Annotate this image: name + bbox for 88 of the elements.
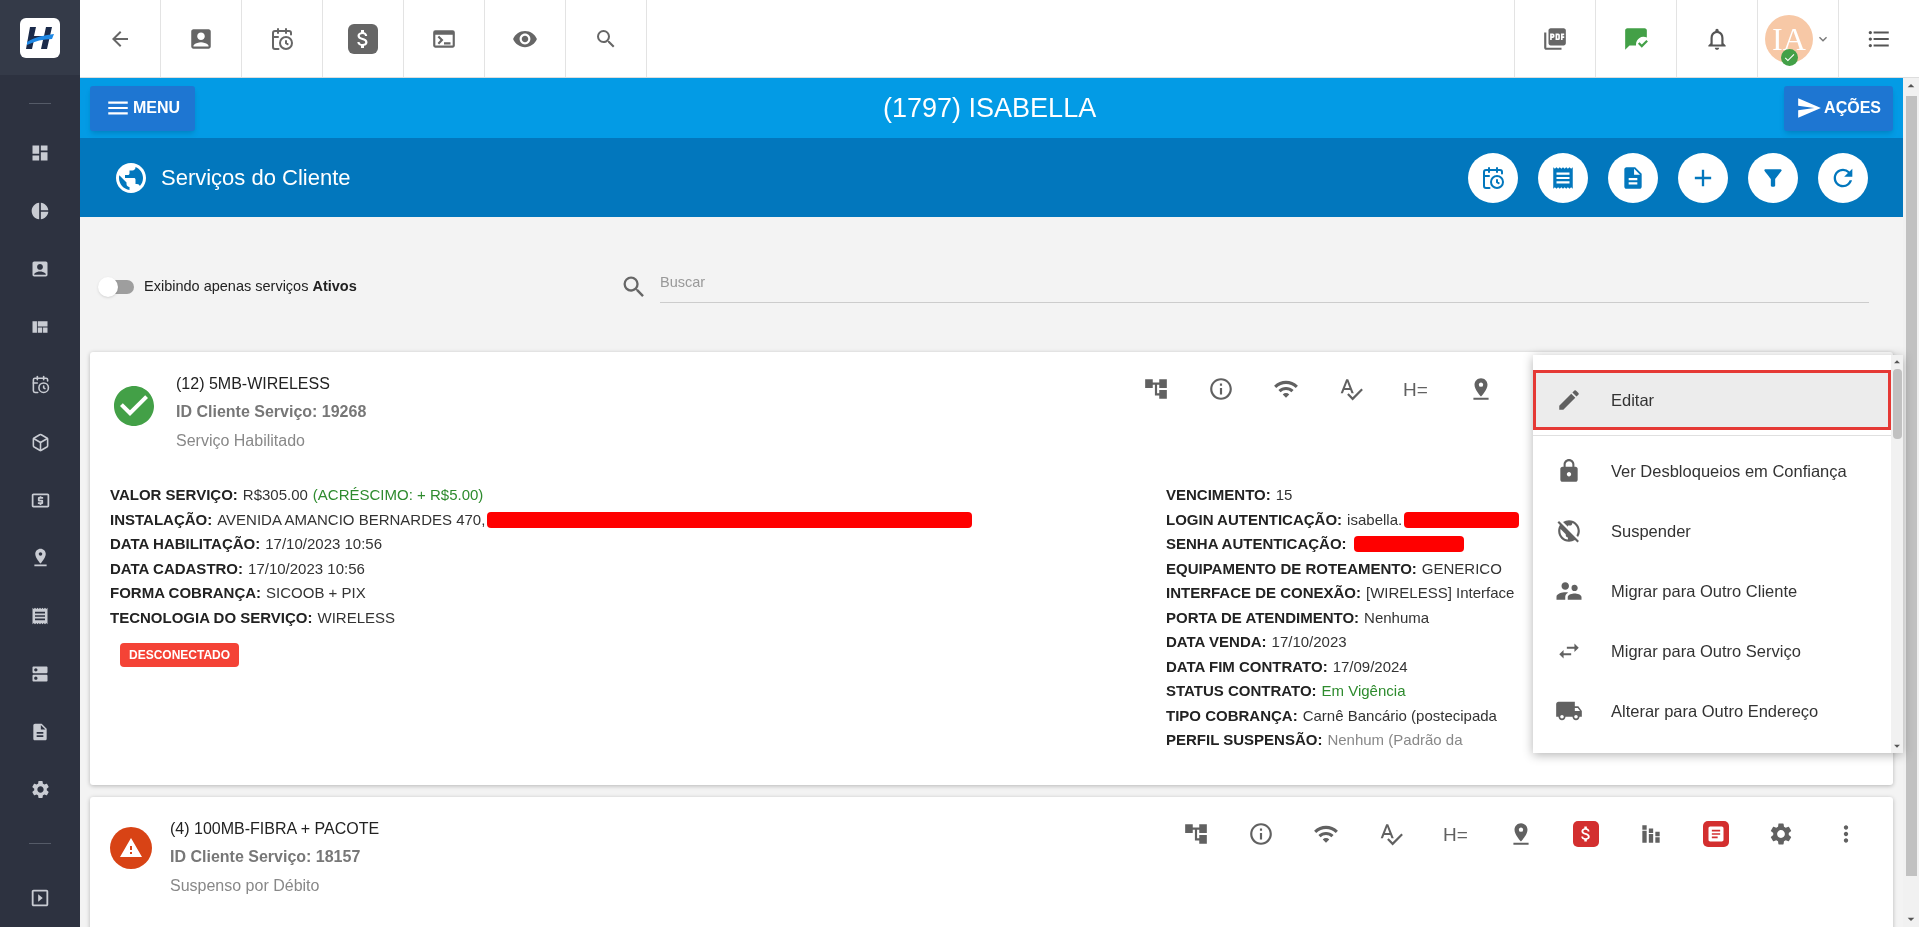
document-icon[interactable]	[1702, 821, 1729, 847]
service-title: (4) 100MB-FIBRA + PACOTE	[170, 819, 380, 839]
detail-value: 15	[1275, 485, 1293, 505]
money-icon[interactable]	[1572, 821, 1599, 847]
detail-value: SICOOB + PIX	[266, 583, 366, 603]
detail-label: SENHA AUTENTICAÇÃO:	[1166, 534, 1347, 554]
cube-icon[interactable]	[30, 432, 50, 452]
scrollbar-thumb[interactable]	[1905, 96, 1917, 876]
schedule-button[interactable]	[1468, 152, 1518, 203]
detail-label: INTERFACE DE CONEXÃO:	[1166, 583, 1361, 603]
detail-label: VENCIMENTO:	[1166, 485, 1271, 505]
spacing-glyph[interactable]: H=	[1443, 824, 1468, 844]
detail-value: Carnê Bancário (postecipada	[1302, 705, 1497, 726]
detail-label: DATA HABILITAÇÃO:	[110, 534, 261, 554]
detail-label: VALOR SERVIÇO:	[110, 485, 238, 505]
chat-check-icon	[1623, 25, 1649, 52]
detail-label: LOGIN AUTENTICAÇÃO:	[1166, 509, 1343, 530]
service-id: ID Cliente Serviço: 18157	[170, 847, 362, 867]
app-logo[interactable]	[20, 17, 60, 58]
service-title: (12) 5MB-WIRELESS	[176, 374, 331, 394]
detail-value: WIRELESS	[317, 607, 396, 628]
detail-value: 17/10/2023 10:56	[265, 534, 383, 554]
filter-button[interactable]	[1748, 152, 1798, 203]
detail-value: isabella.	[1347, 509, 1403, 530]
detail-extra: (ACRÉSCIMO: + R$5.00)	[312, 485, 484, 505]
detail-label: DATA FIM CONTRATO:	[1166, 656, 1328, 677]
detail-label: PERFIL SUSPENSÃO:	[1166, 730, 1323, 750]
service-id: ID Cliente Serviço: 19268	[176, 402, 367, 422]
menu-item[interactable]: Migrar para Outro Cliente	[1533, 561, 1891, 621]
detail-label: TIPO COBRANÇA:	[1166, 705, 1298, 726]
receipt-button[interactable]	[1538, 152, 1588, 203]
detail-label: TECNOLOGIA DO SERVIÇO:	[110, 607, 313, 628]
menu-item[interactable]: Editar	[1533, 370, 1891, 430]
detail-label: DATA CADASTRO:	[110, 558, 244, 579]
send-icon	[1796, 95, 1823, 121]
info-icon[interactable]	[1207, 376, 1234, 402]
status-badge: DESCONECTADO	[120, 643, 240, 667]
sitemap-icon[interactable]	[1182, 821, 1209, 847]
menu-item[interactable]: Migrar para Outro Serviço	[1533, 621, 1891, 681]
service-status: Suspenso por Débito	[170, 876, 321, 896]
detail-label: PORTA DE ATENDIMENTO:	[1166, 607, 1360, 628]
detail-value: AVENIDA AMANCIO BERNARDES 470,	[217, 509, 486, 530]
toggle-label: Exibindo apenas serviços Ativos	[144, 276, 357, 296]
receipt-icon[interactable]	[30, 605, 50, 626]
dollar-icon	[348, 23, 378, 54]
refresh-button[interactable]	[1818, 152, 1868, 203]
detail-value: Nenhuma	[1364, 607, 1430, 628]
user-avatar: IA	[1765, 14, 1813, 63]
pdf-icon	[1542, 25, 1568, 52]
detail-label: STATUS CONTRATO:	[1166, 681, 1317, 701]
detail-value: GENERICO	[1421, 558, 1502, 579]
receipt-icon	[1550, 164, 1576, 191]
calendar-clock-icon	[270, 26, 294, 51]
document-icon[interactable]	[30, 721, 50, 742]
detail-label: EQUIPAMENTO DE ROTEAMENTO:	[1166, 558, 1417, 579]
spacing-glyph[interactable]: H=	[1403, 379, 1428, 399]
calendar-clock-icon[interactable]	[30, 374, 50, 394]
pie-chart-icon[interactable]	[30, 200, 50, 221]
search-field[interactable]: Buscar	[660, 270, 1869, 303]
document-button[interactable]	[1608, 152, 1658, 203]
client-title: (1797) ISABELLA	[883, 91, 1097, 125]
detail-label: DATA VENDA:	[1166, 632, 1267, 652]
section-title: Serviços do Cliente	[161, 164, 351, 192]
detail-value: Nenhum (Padrão da	[1327, 730, 1463, 750]
detail-label: INSTALAÇÃO:	[110, 509, 213, 530]
service-status: Serviço Habilitado	[176, 431, 306, 451]
detail-value: 17/10/2023	[1271, 632, 1347, 652]
detail-value: Em Vigência	[1321, 681, 1406, 701]
info-icon[interactable]	[1247, 821, 1274, 847]
detail-value: 17/09/2024	[1332, 656, 1408, 677]
edit-icon	[1556, 387, 1582, 413]
calendar-clock-icon	[1481, 165, 1505, 190]
add-button[interactable]	[1678, 152, 1728, 203]
active-toggle[interactable]	[100, 279, 134, 294]
dashboard-icon[interactable]	[30, 143, 50, 164]
sitemap-icon[interactable]	[1142, 376, 1169, 402]
menu-item[interactable]: Suspender	[1533, 501, 1891, 561]
detail-label: FORMA COBRANÇA:	[110, 583, 262, 603]
menu-item[interactable]: Alterar para Outro Endereço	[1533, 681, 1891, 741]
scrollbar-thumb[interactable]	[1892, 369, 1902, 439]
detail-value: 17/10/2023 10:56	[248, 558, 365, 579]
globe-off-icon	[1556, 518, 1582, 544]
detail-value: R$305.00	[242, 485, 308, 505]
actions-button[interactable]: AÇÕES	[1784, 85, 1893, 131]
menu-scrollbar[interactable]	[1891, 355, 1903, 753]
menu-item[interactable]: Ver Desbloqueios em Confiança	[1533, 441, 1891, 501]
detail-value: [WIRELESS] Interface	[1366, 583, 1515, 603]
menu-button[interactable]: MENU	[90, 85, 196, 131]
